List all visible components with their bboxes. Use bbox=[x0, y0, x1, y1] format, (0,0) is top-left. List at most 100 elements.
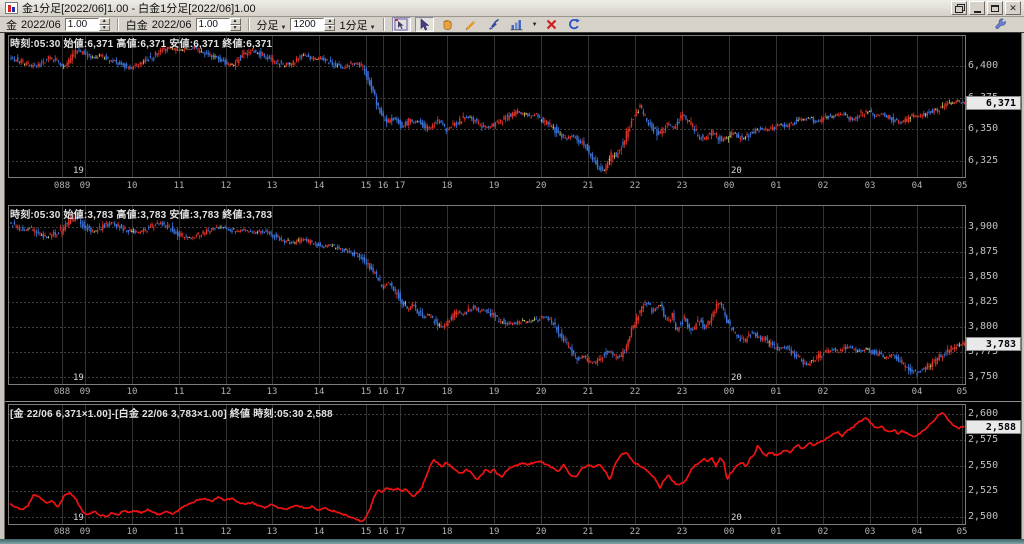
platinum-panel: 時刻:05:30 始値:3,783 高値:3,783 安値:3,783 終値:3… bbox=[0, 196, 1024, 402]
platinum-info-line: 時刻:05:30 始値:3,783 高値:3,783 安値:3,783 終値:3… bbox=[10, 206, 272, 221]
time-axis-label: 23 bbox=[669, 387, 695, 397]
price-axis-label: 6,350 bbox=[968, 123, 1018, 134]
time-axis-label: 05 bbox=[949, 527, 975, 537]
time-axis-label: 04 bbox=[904, 387, 930, 397]
titlebar: 金1分足[2022/06]1.00 - 白金1分足[2022/06]1.00 ✕ bbox=[0, 0, 1024, 17]
bar-count-spinner[interactable]: 1200 ▲▼ bbox=[290, 18, 335, 31]
draw-pen-icon[interactable] bbox=[484, 17, 503, 32]
time-axis-label: 22 bbox=[622, 527, 648, 537]
window-layer-button[interactable] bbox=[951, 1, 967, 15]
window-title: 金1分足[2022/06]1.00 - 白金1分足[2022/06]1.00 bbox=[22, 0, 256, 16]
pan-hand-icon[interactable] bbox=[438, 17, 457, 32]
price-axis-label: 2,500 bbox=[968, 511, 1018, 522]
time-axis-label: 21 bbox=[575, 527, 601, 537]
gold-chart-canvas[interactable] bbox=[0, 33, 1024, 196]
current-price-box: 3,783 bbox=[966, 337, 1021, 351]
time-axis-label: 21 bbox=[575, 387, 601, 397]
date-label: 20 bbox=[731, 373, 751, 383]
time-axis-label: 03 bbox=[857, 387, 883, 397]
price-axis-label: 3,800 bbox=[968, 321, 1018, 332]
time-axis-label: 13 bbox=[259, 387, 285, 397]
time-axis-label: 02 bbox=[810, 387, 836, 397]
gold-month-select[interactable]: 2022/06 bbox=[21, 19, 61, 31]
time-axis-label: 11 bbox=[166, 387, 192, 397]
time-axis-label: 01 bbox=[763, 527, 789, 537]
gold-label: 金 bbox=[6, 17, 17, 33]
time-axis-label: 19 bbox=[481, 527, 507, 537]
time-axis-label: 22 bbox=[622, 181, 648, 191]
interval-value-select[interactable]: 1分足▼ bbox=[339, 17, 375, 33]
time-axis-label: 14 bbox=[306, 387, 332, 397]
platinum-chart-canvas[interactable] bbox=[0, 196, 1024, 402]
current-price-box: 2,588 bbox=[966, 420, 1021, 434]
price-axis-label: 6,400 bbox=[968, 60, 1018, 71]
time-axis-label: 18 bbox=[434, 527, 460, 537]
date-label: 19 bbox=[73, 166, 93, 176]
crosshair-mode-icon[interactable] bbox=[392, 17, 411, 32]
time-axis-label: 09 bbox=[72, 387, 98, 397]
time-axis-label: 13 bbox=[259, 527, 285, 537]
platinum-multiplier-spinner[interactable]: 1.00 ▲▼ bbox=[196, 18, 241, 31]
price-axis-label: 3,850 bbox=[968, 271, 1018, 282]
time-axis-label: 12 bbox=[213, 527, 239, 537]
gold-info-line: 時刻:05:30 始値:6,371 高値:6,371 安値:6,371 終値:6… bbox=[10, 35, 272, 50]
spread-chart-canvas[interactable] bbox=[0, 402, 1024, 539]
time-axis-label: 17 bbox=[387, 181, 413, 191]
date-label: 20 bbox=[731, 513, 751, 523]
time-axis-label: 09 bbox=[72, 181, 98, 191]
price-axis-label: 2,525 bbox=[968, 485, 1018, 496]
time-axis-label: 12 bbox=[213, 181, 239, 191]
delete-drawings-icon[interactable] bbox=[542, 17, 561, 32]
time-axis-label: 03 bbox=[857, 181, 883, 191]
time-axis-label: 11 bbox=[166, 181, 192, 191]
draw-pencil-icon[interactable] bbox=[461, 17, 480, 32]
chart-type-icon[interactable] bbox=[507, 17, 526, 32]
time-axis-label: 20 bbox=[528, 527, 554, 537]
time-axis-label: 05 bbox=[949, 387, 975, 397]
time-axis-label: 20 bbox=[528, 387, 554, 397]
gold-multiplier-spinner[interactable]: 1.00 ▲▼ bbox=[65, 18, 110, 31]
time-axis-label: 20 bbox=[528, 181, 554, 191]
price-axis-label: 3,875 bbox=[968, 246, 1018, 257]
date-label: 19 bbox=[73, 513, 93, 523]
spread-info-line: [金 22/06 6,371×1.00]-[白金 22/06 3,783×1.0… bbox=[10, 405, 333, 420]
time-axis-label: 11 bbox=[166, 527, 192, 537]
select-cursor-icon[interactable] bbox=[415, 17, 434, 32]
price-axis-label: 2,550 bbox=[968, 460, 1018, 471]
time-axis-label: 00 bbox=[716, 527, 742, 537]
time-axis-label: 00 bbox=[716, 181, 742, 191]
minimize-button[interactable] bbox=[969, 1, 985, 15]
window-left-edge bbox=[0, 33, 5, 539]
platinum-month-select[interactable]: 2022/06 bbox=[152, 19, 192, 31]
time-axis-label: 21 bbox=[575, 181, 601, 191]
time-axis-label: 19 bbox=[481, 387, 507, 397]
close-button[interactable]: ✕ bbox=[1005, 1, 1021, 15]
platinum-label: 白金 bbox=[126, 17, 148, 33]
interval-type-select[interactable]: 分足▼ bbox=[257, 17, 287, 33]
refresh-icon[interactable] bbox=[565, 17, 584, 32]
app-icon bbox=[5, 2, 18, 14]
spread-panel: [金 22/06 6,371×1.00]-[白金 22/06 3,783×1.0… bbox=[0, 402, 1024, 539]
time-axis-label: 13 bbox=[259, 181, 285, 191]
time-axis-label: 00 bbox=[716, 387, 742, 397]
window-bottom-border bbox=[0, 539, 1024, 544]
time-axis-label: 09 bbox=[72, 527, 98, 537]
time-axis-label: 05 bbox=[949, 181, 975, 191]
time-axis-label: 10 bbox=[119, 181, 145, 191]
price-axis-label: 2,575 bbox=[968, 434, 1018, 445]
time-axis-label: 01 bbox=[763, 181, 789, 191]
time-axis-label: 19 bbox=[481, 181, 507, 191]
maximize-button[interactable] bbox=[987, 1, 1003, 15]
time-axis-label: 18 bbox=[434, 387, 460, 397]
time-axis-label: 18 bbox=[434, 181, 460, 191]
settings-wrench-icon[interactable] bbox=[991, 17, 1010, 32]
time-axis-label: 10 bbox=[119, 387, 145, 397]
time-axis-label: 03 bbox=[857, 527, 883, 537]
date-label: 19 bbox=[73, 373, 93, 383]
time-axis-label: 17 bbox=[387, 387, 413, 397]
time-axis-label: 12 bbox=[213, 387, 239, 397]
chart-type-dropdown-arrow[interactable]: ▼ bbox=[532, 22, 538, 28]
time-axis-label: 02 bbox=[810, 527, 836, 537]
time-axis-label: 22 bbox=[622, 387, 648, 397]
time-axis-label: 23 bbox=[669, 527, 695, 537]
